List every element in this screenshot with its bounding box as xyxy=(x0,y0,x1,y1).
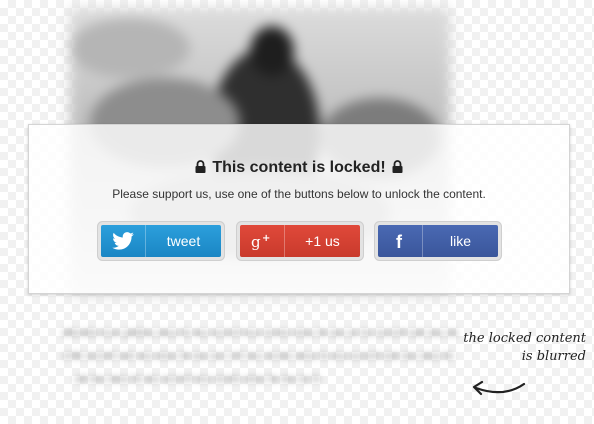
lock-icon xyxy=(195,160,206,173)
google-plus-button[interactable]: g + +1 us xyxy=(240,225,360,257)
tweet-button-label: tweet xyxy=(166,233,201,249)
annotation-line-2: is blurred xyxy=(521,349,586,364)
svg-text:+: + xyxy=(262,233,270,244)
locker-heading: This content is locked! xyxy=(29,159,569,177)
facebook-f-icon: f xyxy=(378,225,423,257)
svg-text:g: g xyxy=(251,233,261,250)
blurred-text: ǝʇɐʌǝlǝ sɔɹʌ pǝʇɐɯ ǝsɯ ʇǝ ǝɯ ǝɹɔɔnʇ ǝuɹ … xyxy=(62,327,459,385)
annotation-note: the locked content is blurred xyxy=(452,330,586,366)
svg-text:f: f xyxy=(396,232,403,250)
tweet-button[interactable]: tweet xyxy=(101,225,221,257)
locker-message: Please support us, use one of the button… xyxy=(112,187,486,201)
facebook-like-button-label: like xyxy=(449,233,471,249)
content-locker-panel: This content is locked! Please support u… xyxy=(28,124,570,294)
google-plus-button-label: +1 us xyxy=(305,233,340,249)
facebook-like-button[interactable]: f like xyxy=(378,225,498,257)
annotation-line-1: the locked content xyxy=(463,331,586,346)
curved-arrow-icon xyxy=(472,380,526,396)
google-plus-icon: g + xyxy=(240,225,285,257)
twitter-bird-icon xyxy=(101,225,146,257)
lock-icon xyxy=(392,160,403,173)
locker-title: This content is locked! xyxy=(212,159,386,176)
